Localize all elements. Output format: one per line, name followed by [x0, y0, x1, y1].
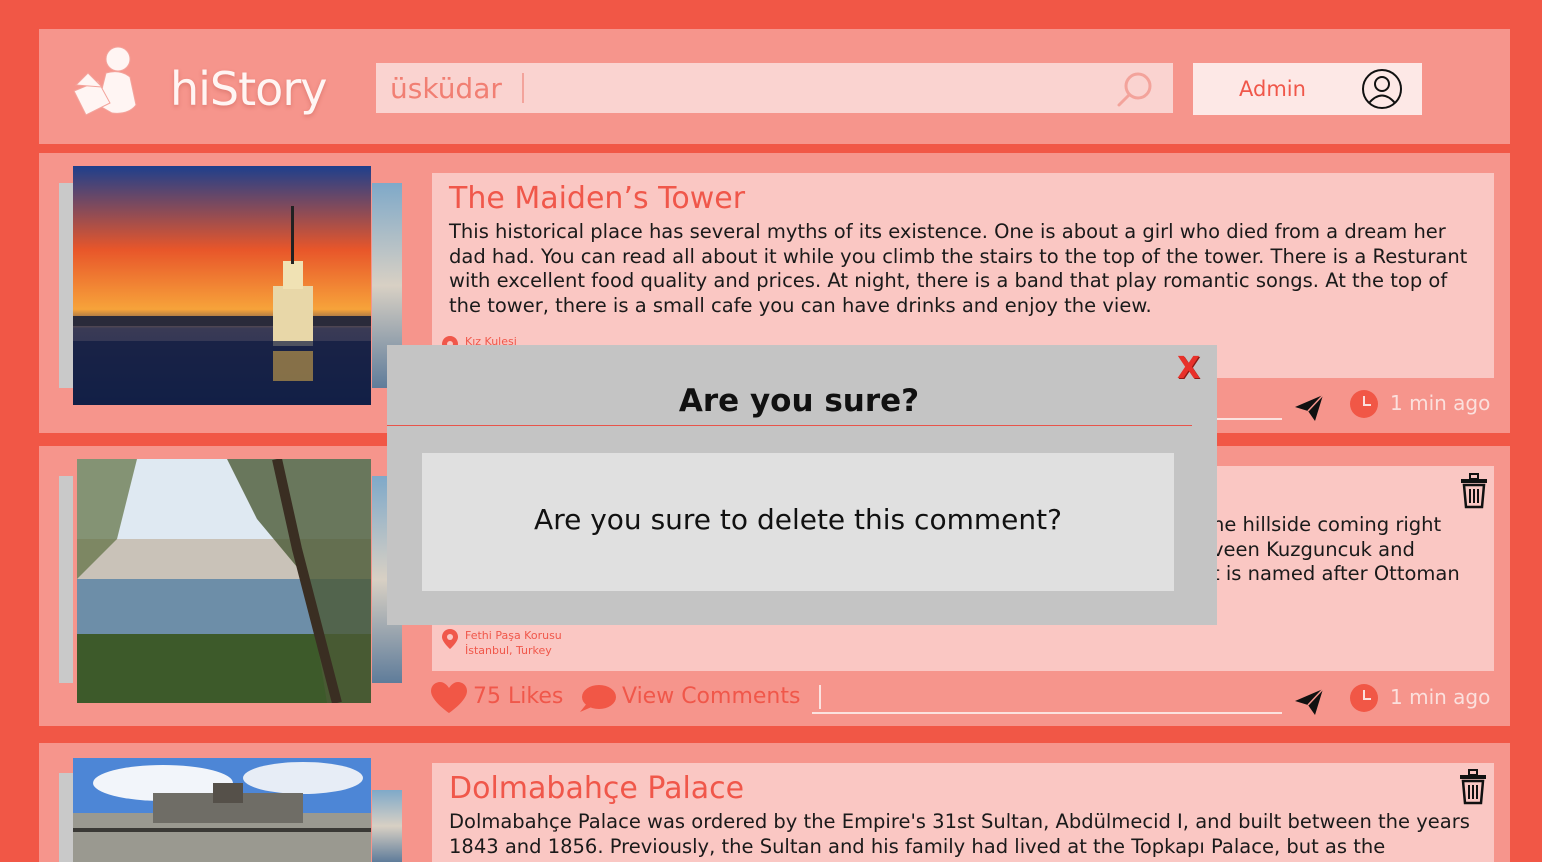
close-icon[interactable]: X	[1177, 351, 1200, 386]
trash-icon[interactable]	[1458, 769, 1488, 805]
clock-icon	[1350, 684, 1378, 712]
user-label: Admin	[1239, 77, 1306, 101]
likes-count: 75 Likes	[473, 684, 564, 709]
location-name[interactable]: Fethi Paşa Korusu	[465, 628, 562, 643]
post-time: 1 min ago	[1390, 391, 1491, 415]
photo-stack-back	[372, 790, 402, 862]
user-menu[interactable]: Admin	[1193, 63, 1422, 115]
text-caret	[522, 73, 524, 103]
fethi-pasa-photo	[77, 459, 371, 703]
post-body: Dolmabahçe Palace was ordered by the Emp…	[449, 810, 1470, 858]
dialog-divider	[387, 425, 1192, 426]
post-photo[interactable]	[73, 758, 371, 862]
confirm-dialog: X Are you sure? Are you sure to delete t…	[387, 345, 1217, 625]
heart-icon[interactable]	[431, 682, 467, 714]
post-title[interactable]: The Maiden’s Tower	[449, 181, 745, 216]
search-icon[interactable]	[1115, 69, 1155, 109]
comment-input-line[interactable]	[1215, 418, 1282, 420]
paper-plane-icon[interactable]	[1293, 687, 1325, 717]
view-comments-link[interactable]: View Comments	[622, 684, 800, 709]
dialog-body: Are you sure to delete this comment?	[422, 453, 1174, 591]
photo-stack-back	[59, 476, 73, 683]
paper-plane-icon[interactable]	[1293, 393, 1325, 423]
search-input[interactable]	[376, 63, 1076, 113]
location-city: İstanbul, Turkey	[465, 644, 552, 657]
comment-input-line[interactable]	[812, 712, 1282, 714]
speech-bubble-icon[interactable]	[578, 684, 616, 714]
dolmabahce-photo	[73, 758, 371, 862]
search-bar[interactable]	[376, 63, 1173, 113]
photo-stack-back	[59, 773, 73, 862]
maidens-tower-photo	[73, 166, 371, 405]
post-title[interactable]: Dolmabahçe Palace	[449, 771, 744, 806]
dialog-title: Are you sure?	[678, 383, 920, 419]
post-content: Dolmabahçe Palace Dolmabahçe Palace was …	[432, 763, 1494, 862]
app-name[interactable]: hiStory	[170, 62, 327, 116]
user-circle-icon[interactable]	[1361, 68, 1403, 110]
post-photo[interactable]	[77, 459, 371, 703]
post-photo[interactable]	[73, 166, 371, 405]
post-time: 1 min ago	[1390, 685, 1491, 709]
dialog-message: Are you sure to delete this comment?	[534, 503, 1062, 536]
post-body: he hillside coming right veen Kuzguncuk …	[1212, 513, 1460, 586]
clock-icon	[1350, 390, 1378, 418]
post-body: This historical place has several myths …	[449, 220, 1468, 317]
trash-icon[interactable]	[1459, 473, 1489, 509]
photo-stack-back	[59, 183, 73, 388]
person-reading-icon[interactable]	[68, 43, 148, 121]
location-pin-icon	[442, 629, 458, 649]
comment-caret	[819, 685, 821, 709]
